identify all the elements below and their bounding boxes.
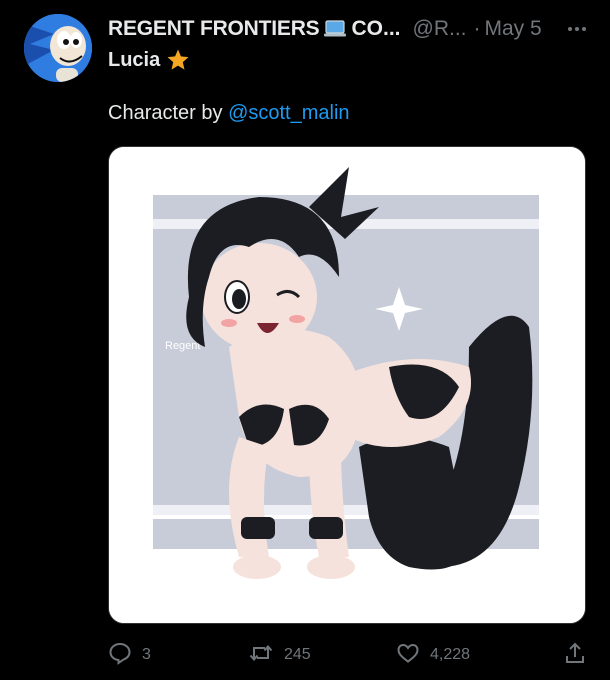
retweet-icon [248, 641, 274, 670]
retweet-count: 245 [284, 646, 311, 663]
reply-count: 3 [142, 646, 151, 663]
heart-icon [396, 641, 420, 670]
media-image[interactable]: Regent [108, 146, 586, 624]
user-handle[interactable]: @R... [413, 17, 467, 41]
like-button[interactable]: 4,228 [396, 640, 470, 670]
reply-icon [108, 641, 132, 670]
action-bar: 3 245 4,228 [108, 640, 586, 670]
tweet-date[interactable]: May 5 [485, 17, 542, 41]
tweet-text: Character by @scott_malin [108, 102, 350, 125]
laptop-icon [323, 19, 347, 39]
separator-dot: · [473, 17, 481, 40]
avatar[interactable] [24, 14, 92, 82]
mention-link[interactable]: @scott_malin [228, 102, 349, 124]
display-name-tail[interactable]: CO... [351, 17, 400, 41]
star-icon [166, 48, 190, 72]
tweet-header: REGENT FRONTIERS CO... @R... · May 5 [108, 14, 590, 44]
artist-watermark: Regent [165, 340, 200, 352]
sub-name: Lucia [108, 48, 161, 71]
share-icon [564, 641, 586, 670]
reply-button[interactable]: 3 [108, 640, 151, 670]
retweet-button[interactable]: 245 [248, 640, 311, 670]
share-button[interactable] [564, 640, 586, 670]
like-count: 4,228 [430, 646, 471, 663]
display-name[interactable]: REGENT FRONTIERS [108, 17, 320, 41]
sub-name-row: Lucia [108, 46, 190, 74]
more-icon[interactable] [564, 18, 590, 40]
tweet-text-prefix: Character by [108, 102, 229, 124]
